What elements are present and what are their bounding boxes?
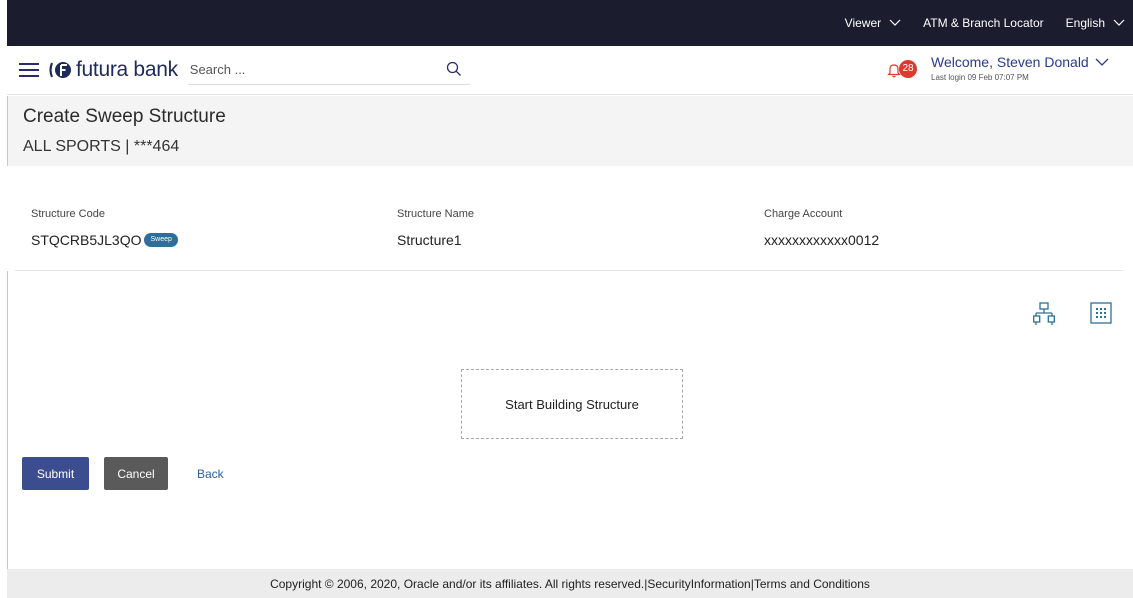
structure-name-field: Structure Name Structure1 (397, 208, 474, 248)
submit-button[interactable]: Submit (22, 457, 89, 490)
page-title: Create Sweep Structure (23, 106, 226, 127)
structure-code-value: STQCRB5JL3QO (31, 232, 142, 248)
structure-code-label: Structure Code (31, 208, 105, 220)
search-input[interactable] (187, 62, 428, 77)
back-link[interactable]: Back (197, 467, 224, 481)
top-bar: Viewer ATM & Branch Locator English (7, 0, 1133, 46)
hierarchy-icon[interactable] (1033, 302, 1055, 326)
futura-logo-icon (49, 62, 71, 78)
last-login-text: Last login 09 Feb 07:07 PM (931, 73, 1029, 82)
notification-count-badge: 28 (899, 60, 917, 78)
footer: Copyright © 2006, 2020, Oracle and/or it… (7, 569, 1133, 598)
copyright-text: Copyright © 2006, 2020, Oracle and/or it… (270, 576, 870, 591)
viewer-label: Viewer (844, 16, 882, 30)
divider (15, 270, 1123, 271)
language-dropdown[interactable]: English (1066, 16, 1125, 30)
language-label: English (1065, 16, 1105, 30)
user-menu[interactable]: Welcome, Steven Donald Last login 09 Feb… (931, 54, 1089, 82)
start-building-structure-button[interactable]: Start Building Structure (461, 369, 683, 439)
structure-details: Structure Code STQCRB5JL3QO Sweep Struct… (7, 166, 1133, 271)
viewer-dropdown[interactable]: Viewer (845, 16, 901, 30)
hamburger-menu-icon[interactable] (19, 62, 39, 78)
page-header: Create Sweep Structure ALL SPORTS | ***4… (7, 96, 1133, 166)
cancel-button[interactable]: Cancel (104, 457, 168, 490)
structure-code-field: Structure Code STQCRB5JL3QO Sweep (31, 208, 178, 248)
page-subtitle: ALL SPORTS | ***464 (23, 138, 180, 155)
atm-branch-locator-label: ATM & Branch Locator (923, 16, 1044, 30)
atm-branch-locator-link[interactable]: ATM & Branch Locator (923, 16, 1044, 30)
welcome-text: Welcome, Steven Donald (931, 54, 1089, 70)
sweep-badge: Sweep (144, 233, 178, 247)
charge-account-label: Charge Account (764, 208, 843, 220)
search-box (187, 55, 470, 85)
structure-code-row: STQCRB5JL3QO Sweep (31, 232, 178, 248)
brand-logo[interactable]: futura bank (49, 58, 178, 82)
search-icon[interactable] (446, 61, 462, 77)
structure-name-label: Structure Name (397, 208, 475, 220)
grid-icon[interactable] (1090, 302, 1112, 324)
brand-name: futura bank (76, 58, 178, 81)
charge-account-field: Charge Account xxxxxxxxxxxx0012 (764, 208, 879, 248)
structure-name-value: Structure1 (397, 232, 462, 248)
start-building-structure-label: Start Building Structure (505, 396, 639, 412)
chevron-down-icon[interactable] (1095, 58, 1109, 67)
charge-account-value: xxxxxxxxxxxx0012 (764, 232, 880, 248)
notification-bell[interactable]: 28 (887, 58, 917, 82)
main-header: futura bank 28 Welcome, Steven Donald La… (7, 46, 1133, 95)
chevron-down-icon (889, 19, 901, 26)
chevron-down-icon (1113, 19, 1125, 26)
